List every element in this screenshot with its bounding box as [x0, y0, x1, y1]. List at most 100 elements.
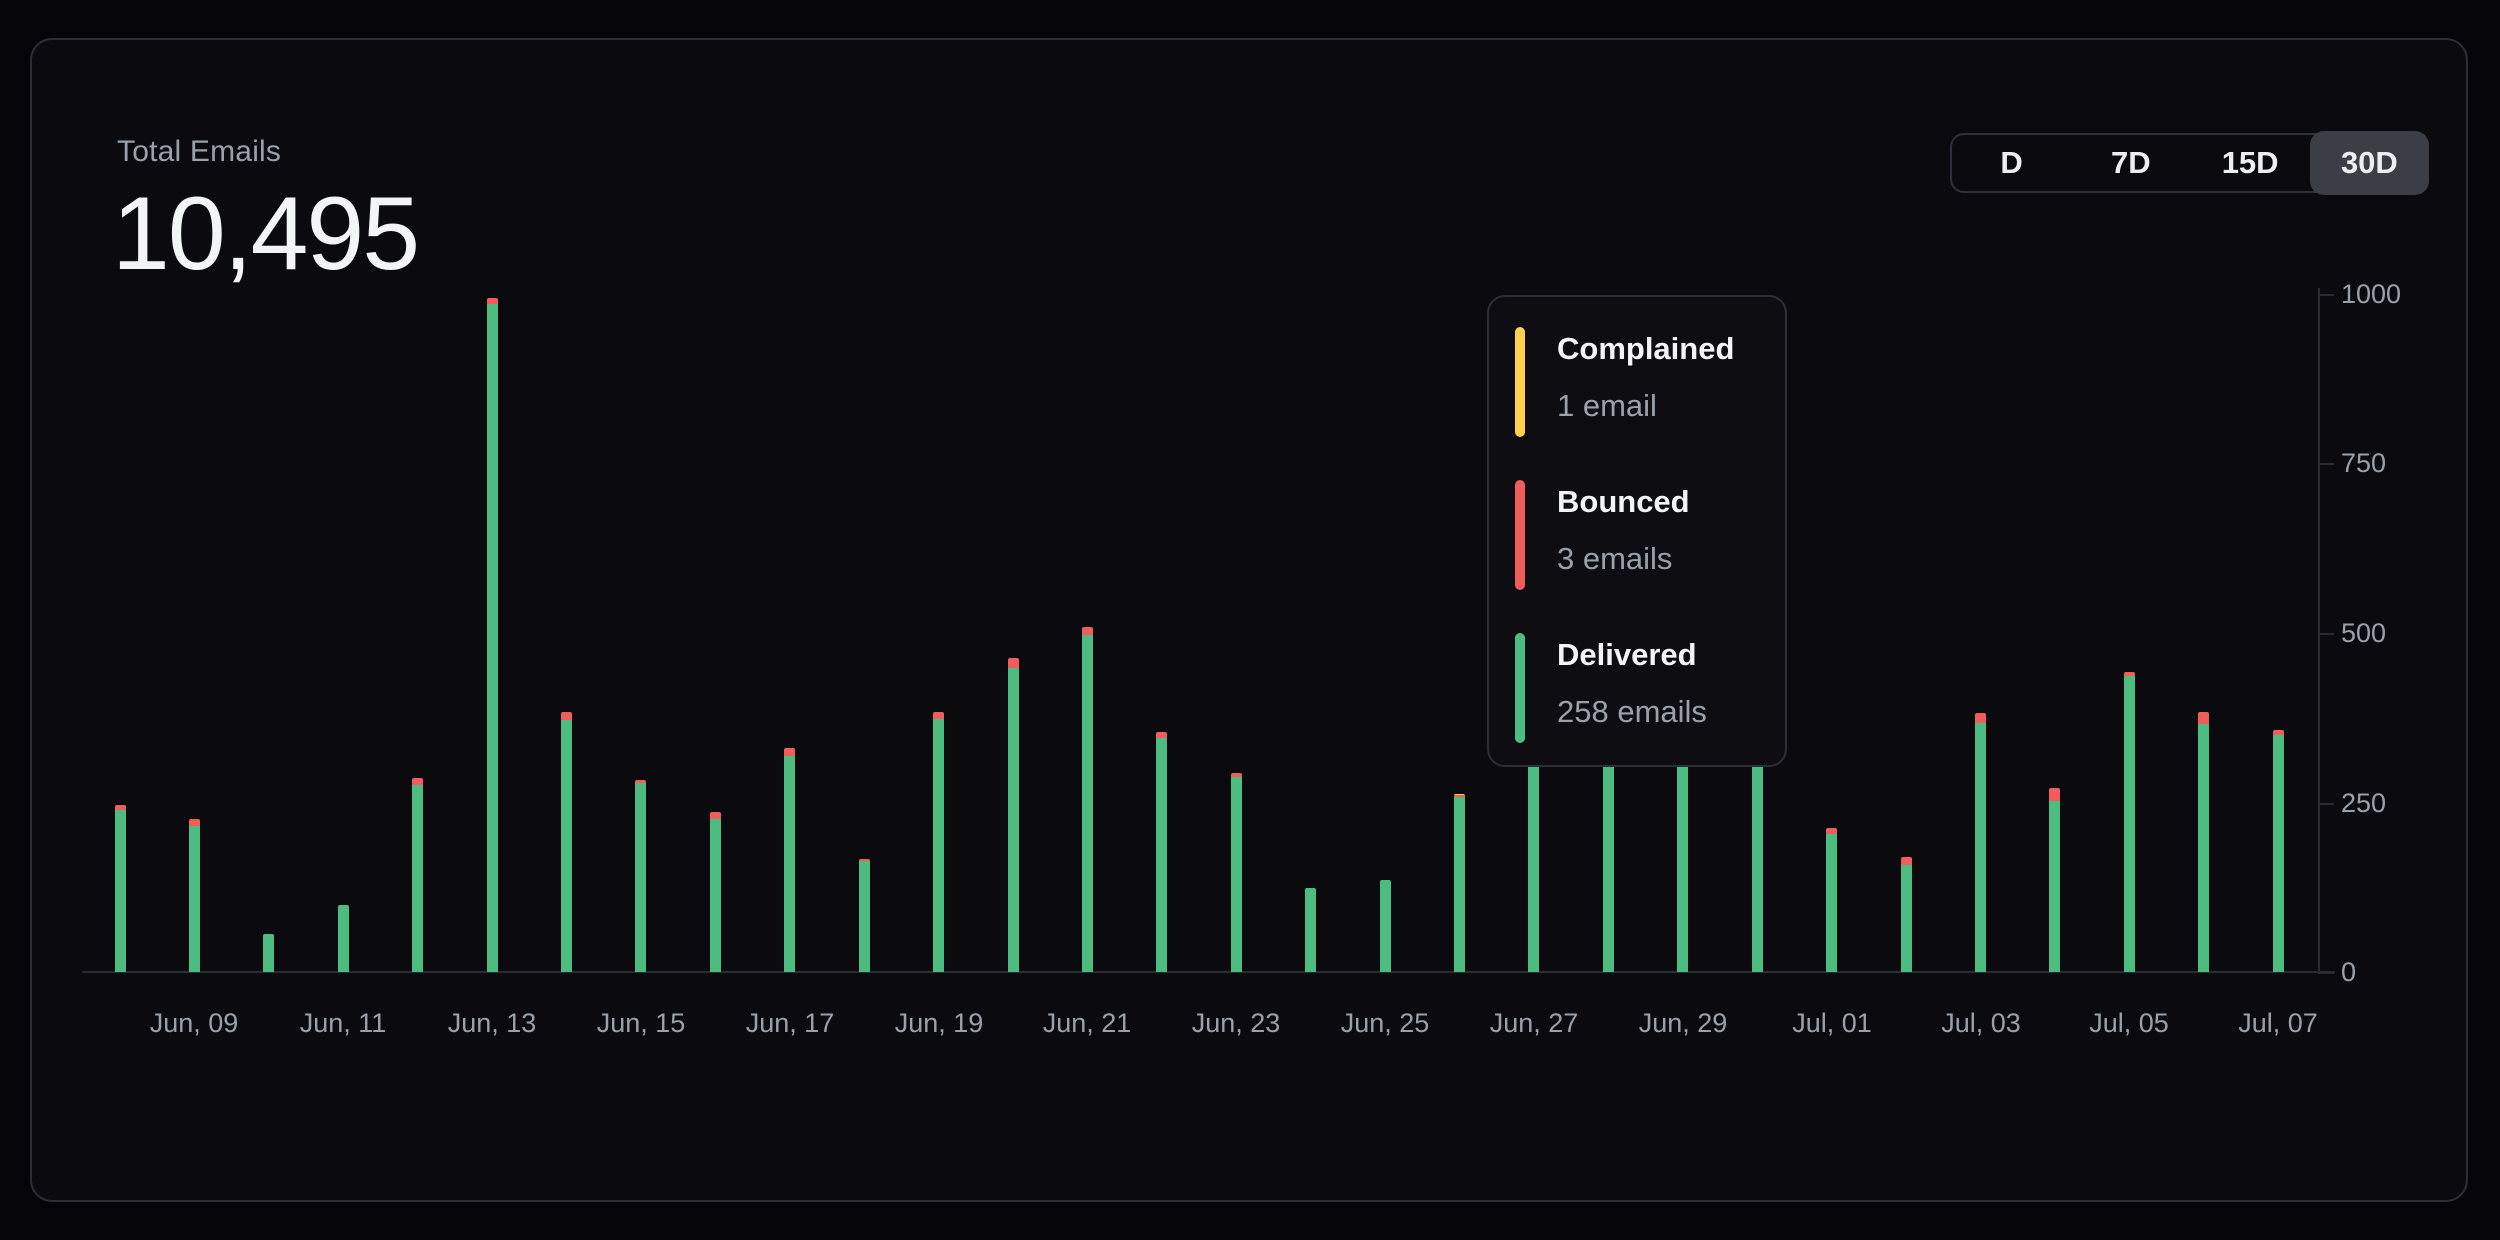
x-tick-label: Jun, 11: [273, 1008, 413, 1039]
x-tick-label: Jun, 09: [124, 1008, 264, 1039]
tooltip-label: Delivered: [1557, 637, 1707, 673]
delivered-segment: [710, 819, 721, 972]
bar-jul-02[interactable]: [1901, 857, 1912, 972]
delivered-segment: [1975, 723, 1986, 972]
delivered-segment: [2124, 676, 2135, 972]
bounced-segment: [2198, 712, 2209, 724]
tooltip-entry-delivered: Delivered 258 emails: [1515, 633, 1785, 743]
y-tick-mark: [2318, 803, 2334, 805]
delivered-segment: [2049, 801, 2060, 973]
y-tick-mark: [2318, 463, 2334, 465]
x-tick-label: Jul, 01: [1762, 1008, 1902, 1039]
emails-bar-chart: Jun, 09 Jun, 11 Jun, 13 Jun, 15 Jun, 17 Jun, …: [0, 0, 2500, 1240]
tooltip-value: 258 emails: [1557, 694, 1707, 730]
delivered-segment: [933, 719, 944, 972]
bar-jun-26[interactable]: [1454, 794, 1465, 972]
bar-jun-15[interactable]: [635, 780, 646, 972]
bar-jun-23[interactable]: [1231, 773, 1242, 972]
delivered-segment: [1082, 635, 1093, 972]
delivered-segment: [263, 934, 274, 972]
bounced-segment: [1901, 857, 1912, 865]
x-tick-label: Jun, 23: [1166, 1008, 1306, 1039]
bounced-segment: [1082, 627, 1093, 635]
delivered-segment: [1231, 777, 1242, 972]
x-tick-label: Jun, 15: [571, 1008, 711, 1039]
x-tick-label: Jul, 07: [2208, 1008, 2348, 1039]
y-tick-mark: [2318, 972, 2334, 974]
tooltip-entry-bounced: Bounced 3 emails: [1515, 480, 1785, 590]
y-tick-mark: [2318, 633, 2334, 635]
bar-jul-05[interactable]: [2124, 672, 2135, 972]
chart-tooltip: Complained 1 email Bounced 3 emails Deli…: [1487, 295, 1787, 767]
tooltip-label: Complained: [1557, 331, 1734, 367]
y-axis-line: [2318, 288, 2320, 972]
bar-jun-10[interactable]: [263, 934, 274, 972]
bounced-segment: [189, 819, 200, 827]
delivered-segment: [1380, 880, 1391, 972]
bar-jun-18[interactable]: [859, 859, 870, 972]
x-tick-label: Jun, 13: [422, 1008, 562, 1039]
delivered-segment: [2198, 724, 2209, 972]
y-tick-label: 0: [2341, 959, 2431, 986]
bar-jun-24[interactable]: [1305, 888, 1316, 972]
y-tick-label: 750: [2341, 450, 2431, 477]
bar-jun-19[interactable]: [933, 712, 944, 972]
tooltip-label: Bounced: [1557, 484, 1690, 520]
delivered-segment: [859, 861, 870, 972]
delivered-segment: [189, 826, 200, 972]
bar-jul-03[interactable]: [1975, 713, 1986, 972]
y-tick-label: 250: [2341, 790, 2431, 817]
tooltip-value: 1 email: [1557, 388, 1734, 424]
bounced-swatch: [1515, 480, 1525, 590]
bounced-segment: [561, 712, 572, 720]
x-tick-label: Jul, 03: [1911, 1008, 2051, 1039]
x-tick-label: Jun, 27: [1464, 1008, 1604, 1039]
bar-jul-04[interactable]: [2049, 788, 2060, 972]
bounced-segment: [412, 778, 423, 785]
x-tick-label: Jun, 29: [1613, 1008, 1753, 1039]
bar-jun-11[interactable]: [338, 905, 349, 972]
bounced-segment: [710, 812, 721, 819]
bar-jul-01[interactable]: [1826, 828, 1837, 972]
complained-swatch: [1515, 327, 1525, 437]
delivered-swatch: [1515, 633, 1525, 743]
bounced-segment: [1975, 713, 1986, 723]
bounced-segment: [784, 748, 795, 756]
bar-jun-20[interactable]: [1008, 658, 1019, 972]
bar-jun-12[interactable]: [412, 778, 423, 972]
bar-jun-21[interactable]: [1082, 627, 1093, 972]
delivered-segment: [1454, 797, 1465, 972]
delivered-segment: [1305, 888, 1316, 972]
bar-jun-25[interactable]: [1380, 880, 1391, 972]
bar-jun-17[interactable]: [784, 748, 795, 972]
bar-jun-13[interactable]: [487, 298, 498, 972]
delivered-segment: [561, 720, 572, 972]
delivered-segment: [635, 783, 646, 972]
delivered-segment: [2273, 735, 2284, 972]
bar-jun-14[interactable]: [561, 712, 572, 972]
bar-jun-09[interactable]: [189, 819, 200, 972]
delivered-segment: [1826, 834, 1837, 972]
delivered-segment: [1156, 738, 1167, 972]
bar-jun-22[interactable]: [1156, 732, 1167, 972]
tooltip-entry-complained: Complained 1 email: [1515, 327, 1785, 437]
delivered-segment: [412, 785, 423, 972]
y-tick-label: 500: [2341, 620, 2431, 647]
x-tick-label: Jul, 05: [2059, 1008, 2199, 1039]
bar-jun-16[interactable]: [710, 812, 721, 972]
bounced-segment: [2049, 788, 2060, 800]
x-tick-label: Jun, 17: [720, 1008, 860, 1039]
y-tick-label: 1000: [2341, 281, 2431, 308]
x-tick-label: Jun, 21: [1017, 1008, 1157, 1039]
bar-jun-08[interactable]: [115, 805, 126, 972]
delivered-segment: [784, 756, 795, 972]
tooltip-value: 3 emails: [1557, 541, 1690, 577]
bar-jul-07[interactable]: [2273, 730, 2284, 972]
x-tick-label: Jun, 25: [1315, 1008, 1455, 1039]
delivered-segment: [487, 304, 498, 973]
bounced-segment: [933, 712, 944, 719]
delivered-segment: [1008, 668, 1019, 972]
delivered-segment: [115, 810, 126, 972]
bar-jul-06[interactable]: [2198, 712, 2209, 972]
delivered-segment: [1901, 865, 1912, 972]
